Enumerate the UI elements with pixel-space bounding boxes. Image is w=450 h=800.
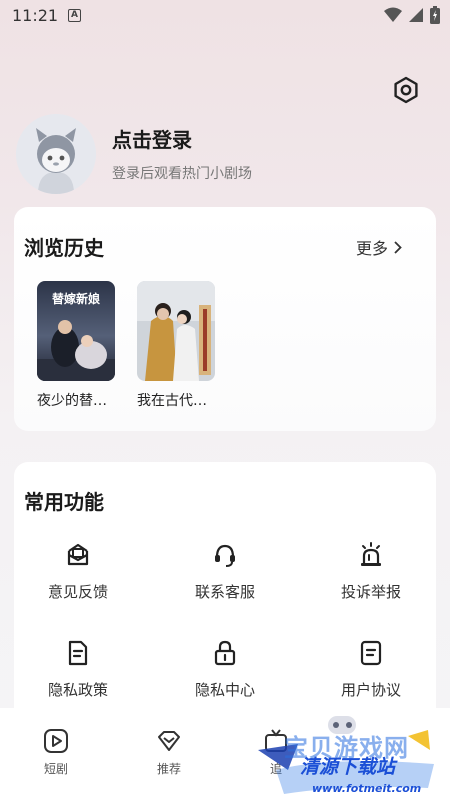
settings-icon[interactable] (392, 76, 420, 104)
tab-recommend[interactable]: 推荐 (139, 728, 199, 777)
headset-icon (215, 544, 235, 567)
more-label: 更多 (356, 239, 389, 258)
privacy-center-label: 隐私中心 (194, 681, 255, 699)
avatar[interactable] (16, 114, 96, 194)
tab-short-drama-label: 短剧 (43, 762, 68, 776)
play-icon (44, 729, 68, 753)
history-item-2-poster[interactable] (137, 281, 215, 381)
feedback-icon (67, 543, 89, 566)
customer-service-button[interactable]: 联系客服 (165, 541, 285, 602)
feedback-button[interactable]: 意见反馈 (18, 541, 138, 602)
notification-icon: A (68, 9, 81, 22)
privacy-center-button[interactable]: 隐私中心 (165, 639, 285, 700)
heart-diamond-icon (158, 731, 180, 751)
history-item-1-poster[interactable]: 替嫁新娘 (37, 281, 115, 381)
customer-service-label: 联系客服 (194, 583, 255, 601)
status-time: 11:21 (12, 6, 59, 25)
agreement-icon (360, 640, 382, 666)
document-icon (68, 640, 88, 666)
status-bar: 11:21 A (0, 0, 450, 32)
watermark-text-2: 清源下载站 (300, 756, 396, 778)
tab-short-drama[interactable]: 短剧 (26, 728, 86, 777)
chevron-right-icon (394, 240, 402, 254)
history-title: 浏览历史 (24, 236, 104, 260)
battery-icon (430, 6, 440, 24)
watermark-text-3: www.fotmeit.com (312, 782, 422, 795)
history-more-link[interactable]: 更多 (356, 235, 402, 259)
user-agreement-label: 用户协议 (340, 681, 401, 699)
history-item-2-label[interactable]: 我在古代… (137, 390, 207, 410)
report-label: 投诉举报 (340, 583, 401, 601)
functions-title: 常用功能 (24, 490, 104, 514)
tab-recommend-label: 推荐 (156, 762, 181, 776)
history-item-1-poster-text: 替嫁新娘 (52, 291, 100, 306)
signal-icon (409, 8, 423, 22)
privacy-policy-button[interactable]: 隐私政策 (18, 639, 138, 700)
user-agreement-button[interactable]: 用户协议 (311, 639, 431, 700)
status-icons (384, 6, 440, 24)
login-title[interactable]: 点击登录 (112, 124, 192, 153)
report-button[interactable]: 投诉举报 (311, 541, 431, 602)
privacy-policy-label: 隐私政策 (47, 681, 108, 699)
login-subtitle: 登录后观看热门小剧场 (112, 166, 252, 182)
lock-icon (214, 640, 236, 666)
feedback-label: 意见反馈 (47, 583, 108, 601)
wifi-icon (384, 7, 402, 22)
alarm-icon (361, 542, 381, 566)
history-item-1-label[interactable]: 夜少的替… (37, 390, 107, 410)
